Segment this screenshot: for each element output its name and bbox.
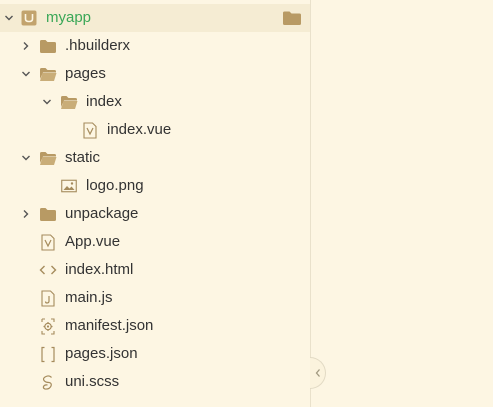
chevron-down-icon[interactable]: [2, 11, 16, 25]
vue-file-icon: [39, 233, 57, 251]
chevron-left-icon: [315, 369, 320, 377]
manifest-icon: [39, 317, 57, 335]
tree-item-label: pages.json: [65, 345, 138, 362]
tree-item-label: logo.png: [86, 177, 144, 194]
chevron-right-icon[interactable]: [19, 39, 33, 53]
folder-open-icon: [60, 93, 78, 111]
tree-item-label: static: [65, 149, 101, 166]
tree-item-pages-json[interactable]: pages.json: [0, 340, 310, 368]
scss-file-icon: [39, 373, 57, 391]
tree-item-label: index: [86, 93, 122, 110]
folder-open-icon: [39, 65, 57, 83]
tree-item-label: index.html: [65, 261, 134, 278]
folder-open-icon: [39, 149, 57, 167]
folder-icon: [39, 205, 57, 223]
tree-item-label: manifest.json: [65, 317, 154, 334]
uniapp-project-icon: [20, 9, 38, 27]
chevron-right-icon[interactable]: [19, 207, 33, 221]
code-file-icon: [39, 261, 57, 279]
image-file-icon: [60, 177, 78, 195]
tree-item-label: App.vue: [65, 233, 121, 250]
tree-item-hbuilderx[interactable]: .hbuilderx: [0, 32, 310, 60]
tree-item-index-folder[interactable]: index: [0, 88, 310, 116]
tree-item-label: pages: [65, 65, 106, 82]
vue-file-icon: [81, 121, 99, 139]
tree-item-label: uni.scss: [65, 373, 120, 390]
tree-item-label: index.vue: [107, 121, 172, 138]
tree-item-static[interactable]: static: [0, 144, 310, 172]
chevron-down-icon[interactable]: [19, 151, 33, 165]
chevron-down-icon[interactable]: [19, 67, 33, 81]
tree-item-label: main.js: [65, 289, 113, 306]
folder-icon: [39, 37, 57, 55]
project-name: myapp: [46, 9, 92, 26]
tree-item-pages[interactable]: pages: [0, 60, 310, 88]
tree-item-app-vue[interactable]: App.vue: [0, 228, 310, 256]
json-file-icon: [39, 345, 57, 363]
editor-area: [311, 0, 493, 407]
js-file-icon: [39, 289, 57, 307]
open-folder-icon[interactable]: [282, 9, 302, 27]
project-explorer: myapp .hbuilderx pages index index.vue s…: [0, 0, 310, 407]
tree-item-logo-png[interactable]: logo.png: [0, 172, 310, 200]
tree-item-index-html[interactable]: index.html: [0, 256, 310, 284]
tree-item-label: .hbuilderx: [65, 37, 131, 54]
tree-item-index-vue[interactable]: index.vue: [0, 116, 310, 144]
tree-item-unpackage[interactable]: unpackage: [0, 200, 310, 228]
chevron-down-icon[interactable]: [40, 95, 54, 109]
tree-item-manifest-json[interactable]: manifest.json: [0, 312, 310, 340]
tree-item-main-js[interactable]: main.js: [0, 284, 310, 312]
tree-item-myapp[interactable]: myapp: [0, 4, 310, 32]
tree-item-label: unpackage: [65, 205, 139, 222]
tree-item-uni-scss[interactable]: uni.scss: [0, 368, 310, 396]
